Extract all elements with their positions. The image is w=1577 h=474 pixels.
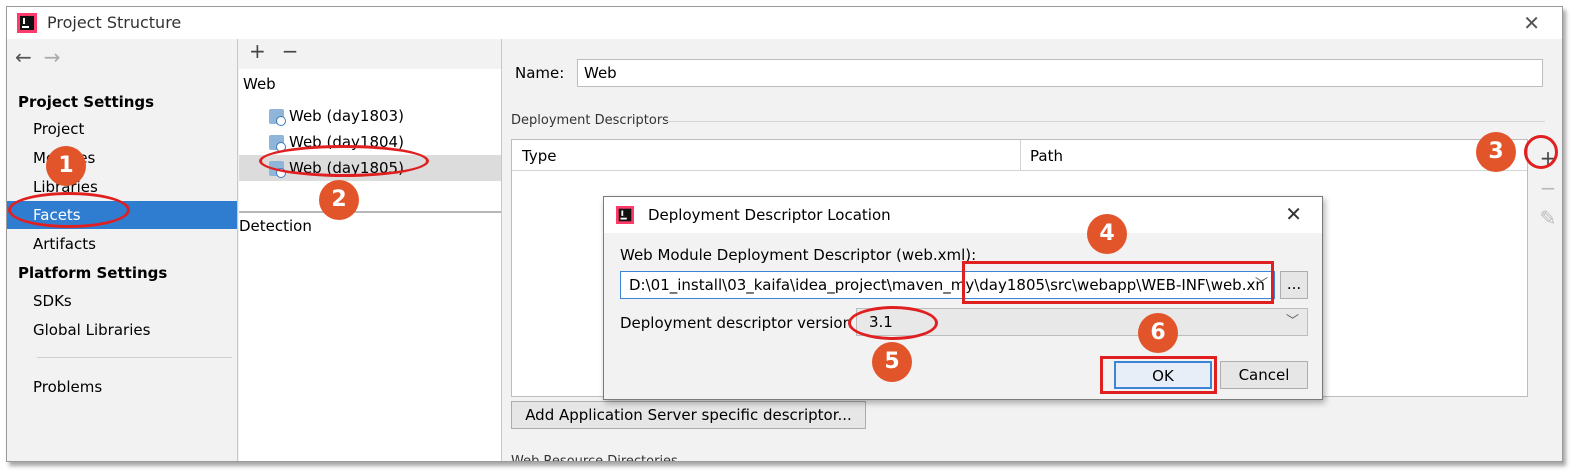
platform-settings-header: Platform Settings (18, 264, 168, 282)
annotation-ring-add (1524, 135, 1558, 169)
close-icon[interactable]: ✕ (1523, 11, 1540, 35)
annotation-ring-version (848, 306, 938, 340)
deployment-descriptors-label: Deployment Descriptors (511, 113, 669, 128)
dropdown-arrow-icon[interactable]: ﹀ (1286, 309, 1299, 335)
forward-arrow-icon[interactable]: → (44, 45, 61, 69)
nav-item-global-libraries[interactable]: Global Libraries (7, 316, 237, 344)
step-badge-6: 6 (1138, 313, 1178, 353)
nav-item-project[interactable]: Project (7, 115, 237, 143)
nav-item-modules[interactable]: Modules (7, 144, 237, 172)
descriptor-path-label: Web Module Deployment Descriptor (web.xm… (620, 246, 977, 264)
detection-label[interactable]: Detection (239, 217, 312, 235)
web-resource-directories-label: Web Resource Directories (511, 454, 678, 462)
browse-button[interactable]: ... (1280, 271, 1308, 299)
project-settings-header: Project Settings (18, 93, 155, 111)
remove-icon[interactable]: − (1533, 173, 1562, 203)
add-icon[interactable]: + (249, 39, 266, 63)
step-badge-5: 5 (872, 342, 912, 382)
title-bar: Project Structure ✕ (7, 7, 1562, 39)
web-facet-icon (269, 109, 286, 126)
version-label: Deployment descriptor version (620, 314, 853, 332)
edit-pencil-icon[interactable]: ✎ (1533, 203, 1562, 233)
settings-nav: ←→ Project Settings Project Modules Libr… (7, 39, 238, 461)
remove-icon[interactable]: − (282, 39, 299, 63)
nav-item-sdks[interactable]: SDKs (7, 287, 237, 315)
nav-item-artifacts[interactable]: Artifacts (7, 230, 237, 258)
step-badge-3: 3 (1476, 132, 1516, 172)
cancel-button[interactable]: Cancel (1220, 361, 1308, 389)
annotation-box-path (962, 261, 1274, 304)
name-label: Name: (515, 64, 565, 82)
intellij-app-icon (17, 13, 37, 33)
dialog-title: Deployment Descriptor Location (648, 206, 891, 224)
nav-item-problems[interactable]: Problems (7, 373, 237, 401)
nav-divider (37, 357, 232, 358)
step-badge-2: 2 (319, 180, 359, 220)
column-type[interactable]: Type (522, 147, 556, 165)
annotation-ring-facets (8, 192, 130, 228)
tree-toolbar: + − (239, 39, 501, 69)
dialog-title-bar: Deployment Descriptor Location ✕ (604, 197, 1322, 233)
annotation-ring-day1805 (259, 145, 429, 177)
table-header: Type Path (512, 140, 1527, 171)
name-input[interactable]: Web (577, 59, 1543, 87)
tree-item-label: Web (day1803) (289, 107, 404, 125)
window-title: Project Structure (47, 13, 182, 32)
tree-root-web[interactable]: Web (243, 75, 276, 93)
step-badge-4: 4 (1087, 214, 1127, 254)
close-icon[interactable]: ✕ (1285, 202, 1302, 226)
step-badge-1: 1 (46, 146, 86, 186)
tree-item[interactable]: Web (day1803) (239, 103, 501, 129)
web-facet-icon (269, 135, 286, 152)
intellij-app-icon (616, 206, 634, 224)
facet-tree: + − Web Web (day1803) Web (day1804) Web (… (239, 39, 502, 461)
back-arrow-icon[interactable]: ← (15, 45, 32, 69)
column-path[interactable]: Path (1030, 147, 1063, 165)
tree-divider (239, 211, 501, 213)
column-divider (1020, 140, 1021, 171)
add-server-descriptor-button[interactable]: Add Application Server specific descript… (511, 401, 866, 429)
annotation-box-ok (1100, 356, 1217, 394)
section-divider (665, 121, 1545, 122)
nav-history: ← → (15, 45, 73, 69)
